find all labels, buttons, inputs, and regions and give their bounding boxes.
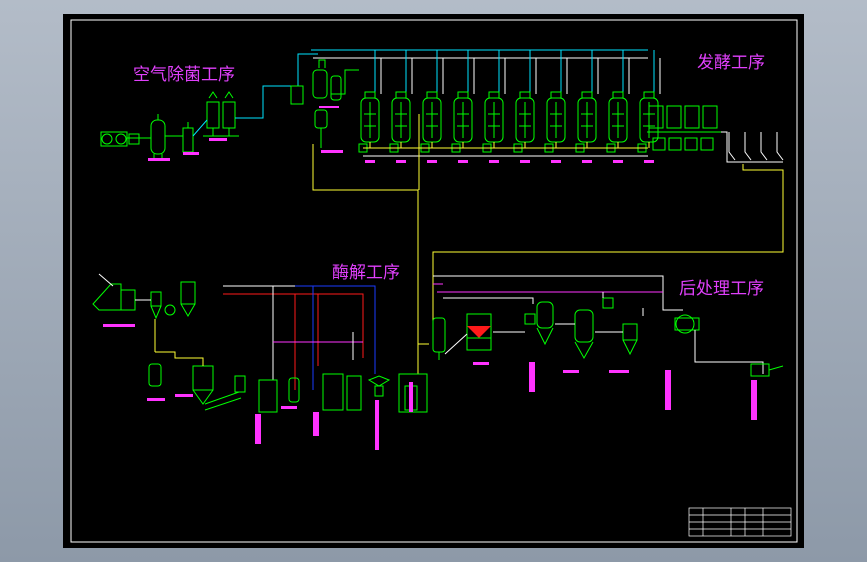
packing-machine-icon [750, 363, 784, 377]
fermenter-row [358, 50, 661, 163]
plate-filter-icon [466, 313, 492, 351]
air-storage-tank-icon [150, 114, 166, 160]
crusher-icon [92, 273, 136, 311]
fermenter-icon [544, 50, 568, 163]
fermenter-icon [420, 50, 444, 163]
evaporator-icon [524, 297, 614, 360]
drawing-sheet: 空气除菌工序 发酵工序 酶解工序 后处理工序 [63, 14, 804, 548]
fermentation-section [290, 49, 784, 374]
compressor-icon [100, 131, 140, 147]
enzymolysis-section [92, 273, 428, 450]
cad-viewport: 空气除菌工序 发酵工序 酶解工序 后处理工序 [0, 0, 867, 562]
filter-icon [203, 91, 239, 137]
title-block [688, 507, 792, 537]
cyclone-icon [150, 281, 196, 320]
fermenter-icon [451, 50, 475, 163]
buffer-tank-icon [432, 317, 446, 360]
fermenter-icon [606, 50, 630, 163]
section-title-post: 后处理工序 [679, 279, 764, 299]
fermenter-icon [389, 50, 413, 163]
section-title-enzymolysis: 酶解工序 [332, 263, 400, 283]
fermenter-icon [575, 50, 599, 163]
section-title-air: 空气除菌工序 [133, 65, 235, 85]
fermenter-icon [358, 50, 382, 163]
fermenter-icon [513, 50, 537, 163]
cooler-icon [182, 122, 194, 153]
section-title-fermentation: 发酵工序 [697, 53, 765, 73]
spray-dryer-icon [622, 323, 638, 356]
fermenter-icon [482, 50, 506, 163]
